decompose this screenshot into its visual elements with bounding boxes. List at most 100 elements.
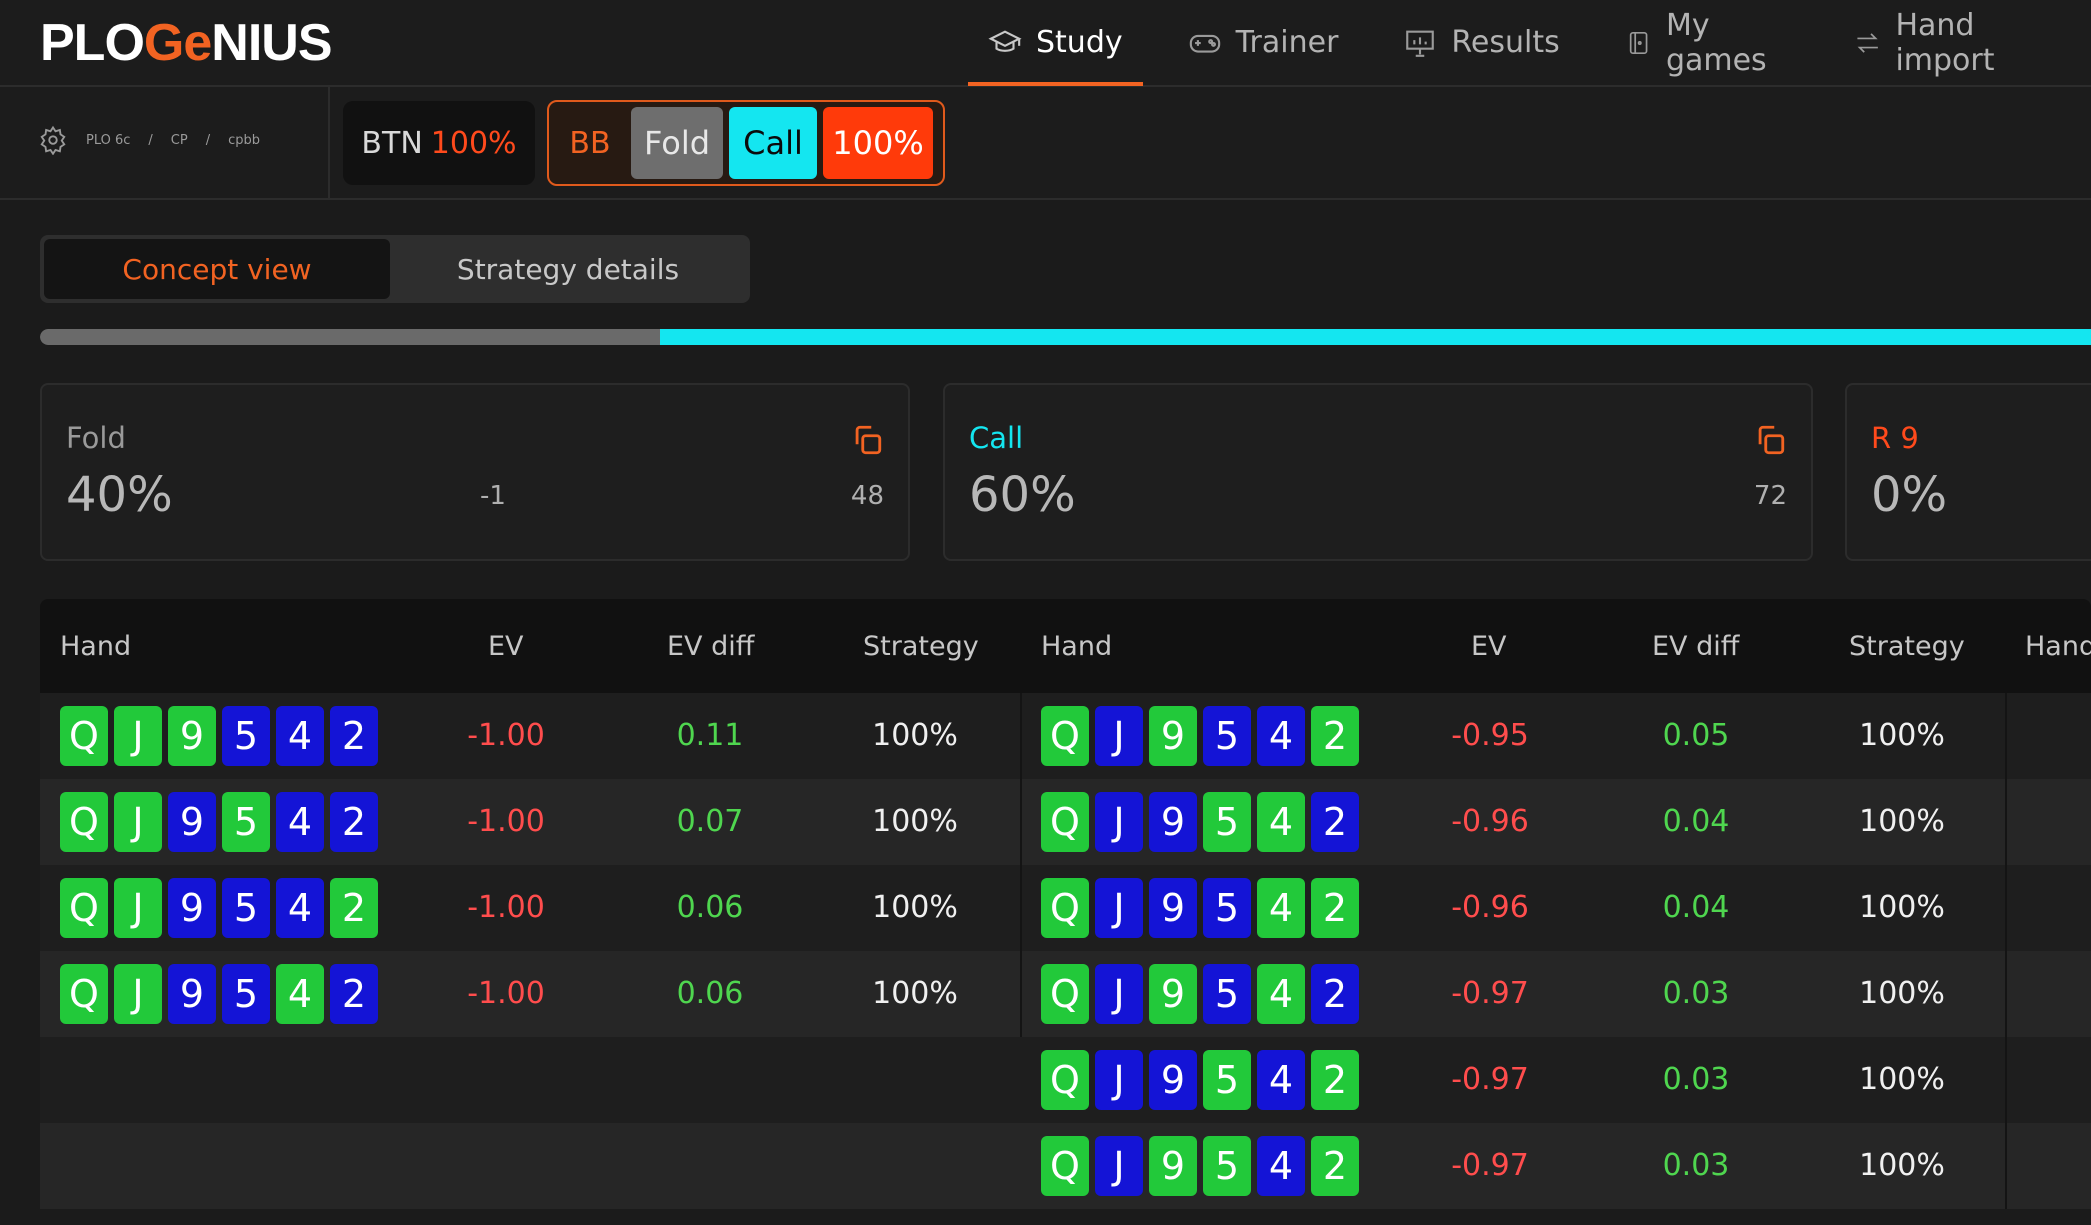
ev-diff-value: 0.11 (676, 718, 744, 753)
tab-concept-view[interactable]: Concept view (44, 239, 390, 299)
nav-label: Hand import (1895, 7, 1995, 78)
nav-item-results[interactable]: Results (1383, 0, 1579, 85)
graduation-cap-icon (988, 29, 1022, 52)
hand-cards[interactable]: QJ9542 (1041, 1136, 1365, 1196)
breadcrumb-item[interactable]: cpbb (228, 133, 260, 148)
hand-cards[interactable]: QJ9542 (60, 964, 384, 1024)
ev-value: -1.00 (467, 890, 545, 925)
gear-icon[interactable] (38, 125, 68, 155)
col-header-ev-diff[interactable]: EV diff (667, 631, 754, 662)
playing-card: 2 (1311, 706, 1359, 766)
nav-label: Trainer (1235, 25, 1339, 60)
ev-diff-value: 0.03 (1662, 976, 1730, 1011)
card-combo-count: 72 (1753, 481, 1787, 511)
playing-card: 2 (1311, 792, 1359, 852)
playing-card: 4 (1257, 706, 1305, 766)
tab-strategy-details[interactable]: Strategy details (390, 239, 746, 299)
strategy-bar (40, 329, 2091, 345)
nav-item-study[interactable]: Study (968, 0, 1143, 86)
card-action-name: Call (969, 421, 1024, 455)
playing-card: 5 (222, 792, 270, 852)
hand-cards[interactable]: QJ9542 (1041, 706, 1365, 766)
presentation-chart-icon (1406, 30, 1435, 57)
nav-item-my-games[interactable]: My games (1605, 0, 1809, 85)
fold-summary-card[interactable]: Fold 40% -1 48 (40, 383, 910, 561)
ev-value: -1.00 (467, 804, 545, 839)
col-header-ev[interactable]: EV (488, 631, 524, 662)
playing-card: 9 (1149, 878, 1197, 938)
gamepad-icon (1189, 34, 1220, 53)
playing-card: J (114, 706, 162, 766)
playing-card: 2 (1311, 878, 1359, 938)
position-pct: 100% (430, 125, 517, 161)
breadcrumb-item[interactable]: PLO 6c (86, 133, 130, 148)
nav-item-trainer[interactable]: Trainer (1168, 0, 1359, 85)
playing-card: 5 (1203, 1136, 1251, 1196)
playing-card: 2 (1311, 1136, 1359, 1196)
playing-card: 4 (1257, 1050, 1305, 1110)
playing-card: Q (60, 878, 108, 938)
hand-cards[interactable]: QJ9542 (60, 706, 384, 766)
playing-card: 4 (276, 878, 324, 938)
fold-action-button[interactable]: Fold (631, 107, 723, 179)
hand-cards[interactable]: QJ9542 (1041, 878, 1365, 938)
hand-cards[interactable]: QJ9542 (1041, 964, 1365, 1024)
hand-cards[interactable]: QJ9542 (1041, 1050, 1365, 1110)
col-header-hand[interactable]: Hand (60, 631, 131, 662)
nav-item-hand-import[interactable]: Hand import (1834, 0, 2066, 85)
breadcrumb-item[interactable]: CP (171, 133, 188, 148)
card-combo-count: 48 (850, 481, 884, 511)
playing-card: Q (1041, 1136, 1089, 1196)
card-action-name: Fold (66, 421, 126, 455)
strategy-value: 100% (1859, 804, 1945, 839)
card-pct: 0% (1871, 467, 1948, 523)
copy-icon[interactable] (850, 423, 884, 457)
col-header-strategy[interactable]: Strategy (1849, 631, 1965, 662)
breadcrumb-separator: / (205, 132, 211, 148)
playing-card: 5 (1203, 706, 1251, 766)
btn-position-chip[interactable]: BTN 100% (343, 101, 535, 185)
playing-card: 5 (222, 706, 270, 766)
playing-card: 5 (1203, 792, 1251, 852)
hand-cards[interactable]: QJ9542 (60, 792, 384, 852)
plo-genius-logo[interactable]: PLO Ge NIUS (40, 10, 333, 76)
ev-diff-value: 0.07 (676, 804, 744, 839)
ev-value: -0.95 (1451, 718, 1529, 753)
toolbar-divider (328, 87, 330, 198)
position-label: BTN (361, 125, 423, 161)
playing-card: 4 (1257, 964, 1305, 1024)
strategy-value: 100% (872, 804, 958, 839)
top-navigation: PLO Ge NIUS Study Trainer Results My game… (0, 0, 2091, 87)
hand-cards[interactable]: QJ9542 (60, 878, 384, 938)
col-header-hand[interactable]: Hand (1041, 631, 1112, 662)
playing-card: 9 (168, 706, 216, 766)
position-label: BB (569, 125, 611, 161)
playing-card: 4 (1257, 878, 1305, 938)
playing-card: 5 (1203, 1050, 1251, 1110)
logo-text-plo: PLO (40, 14, 145, 72)
call-action-button[interactable]: Call (729, 107, 817, 179)
playing-card: Q (60, 792, 108, 852)
playing-card: 2 (330, 964, 378, 1024)
call-summary-card[interactable]: Call 60% 72 (943, 383, 1813, 561)
playing-card: 2 (330, 878, 378, 938)
playing-card: Q (60, 706, 108, 766)
col-header-hand-cut[interactable]: Hand (2025, 631, 2091, 662)
ev-value: -0.97 (1451, 976, 1529, 1011)
playing-card: 4 (1257, 792, 1305, 852)
playing-card: J (1095, 706, 1143, 766)
card-pct: 60% (969, 467, 1076, 523)
hand-cards[interactable]: QJ9542 (1041, 792, 1365, 852)
copy-icon[interactable] (1753, 423, 1787, 457)
col-header-strategy[interactable]: Strategy (863, 631, 979, 662)
playing-card: J (114, 964, 162, 1024)
raise-action-button[interactable]: 100% (823, 107, 933, 179)
card-ev: -1 (480, 481, 506, 511)
ev-value: -1.00 (467, 976, 545, 1011)
ev-value: -0.96 (1451, 890, 1529, 925)
raise-summary-card[interactable]: R 9 0% (1845, 383, 2091, 561)
strategy-value: 100% (1859, 1148, 1945, 1183)
col-header-ev-diff[interactable]: EV diff (1652, 631, 1739, 662)
ev-diff-value: 0.05 (1662, 718, 1730, 753)
col-header-ev[interactable]: EV (1471, 631, 1507, 662)
